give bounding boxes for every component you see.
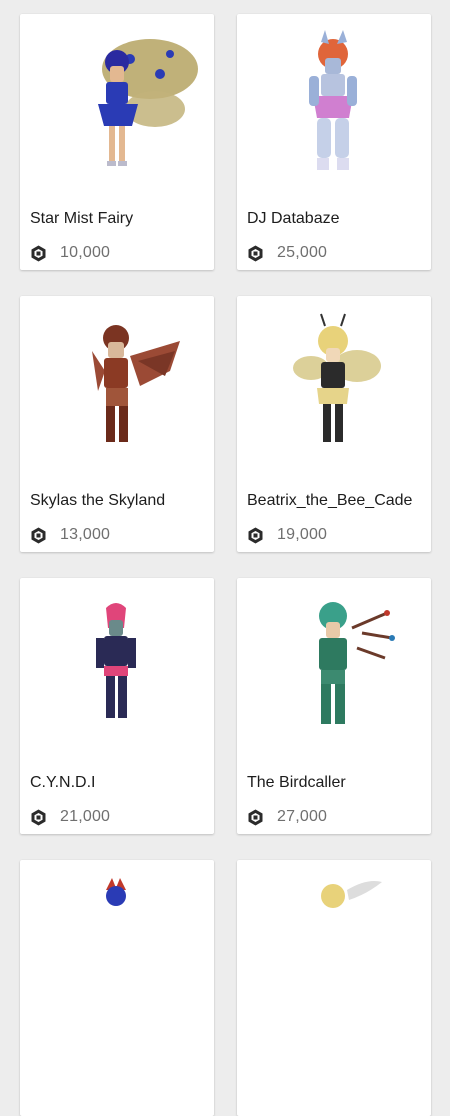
item-price-row: 19,000 [247, 525, 327, 545]
item-name: C.Y.N.D.I [30, 774, 96, 791]
catalog-grid: Star Mist Fairy 10,000 DJ Databaze 25,00… [0, 0, 450, 1116]
item-name: DJ Databaze [247, 210, 340, 227]
robux-icon [30, 809, 47, 826]
item-thumbnail [20, 14, 214, 199]
robux-icon [30, 527, 47, 544]
item-thumbnail [20, 296, 214, 481]
catalog-item-card[interactable]: The Birdcaller 27,000 [237, 578, 431, 834]
item-price: 19,000 [277, 526, 328, 543]
item-price-row: 13,000 [30, 525, 110, 545]
catalog-item-card[interactable]: Star Mist Fairy 10,000 [20, 14, 214, 270]
item-thumbnail [20, 860, 214, 1045]
item-name: Star Mist Fairy [30, 210, 134, 227]
item-thumbnail [237, 14, 431, 199]
catalog-item-card[interactable] [20, 860, 214, 1116]
item-name: The Birdcaller [247, 774, 346, 791]
item-price-row: 25,000 [247, 243, 327, 263]
item-price: 27,000 [277, 808, 328, 825]
item-price: 21,000 [60, 808, 111, 825]
item-thumbnail [237, 296, 431, 481]
catalog-item-card[interactable]: C.Y.N.D.I 21,000 [20, 578, 214, 834]
item-thumbnail [237, 578, 431, 763]
item-thumbnail [20, 578, 214, 763]
robux-icon [247, 527, 264, 544]
robux-icon [247, 809, 264, 826]
robux-icon [247, 245, 264, 262]
catalog-item-card[interactable]: DJ Databaze 25,000 [237, 14, 431, 270]
item-price: 25,000 [277, 244, 328, 261]
item-price-row: 21,000 [30, 807, 110, 827]
item-price: 10,000 [60, 244, 111, 261]
catalog-item-card[interactable] [237, 860, 431, 1116]
item-thumbnail [237, 860, 431, 1045]
item-name: Beatrix_the_Bee_Cade [247, 492, 413, 509]
item-price-row: 10,000 [30, 243, 110, 263]
catalog-item-card[interactable]: Skylas the Skyland 13,000 [20, 296, 214, 552]
robux-icon [30, 245, 47, 262]
item-name: Skylas the Skyland [30, 492, 166, 509]
item-price-row: 27,000 [247, 807, 327, 827]
catalog-item-card[interactable]: Beatrix_the_Bee_Cade 19,000 [237, 296, 431, 552]
item-price: 13,000 [60, 526, 111, 543]
